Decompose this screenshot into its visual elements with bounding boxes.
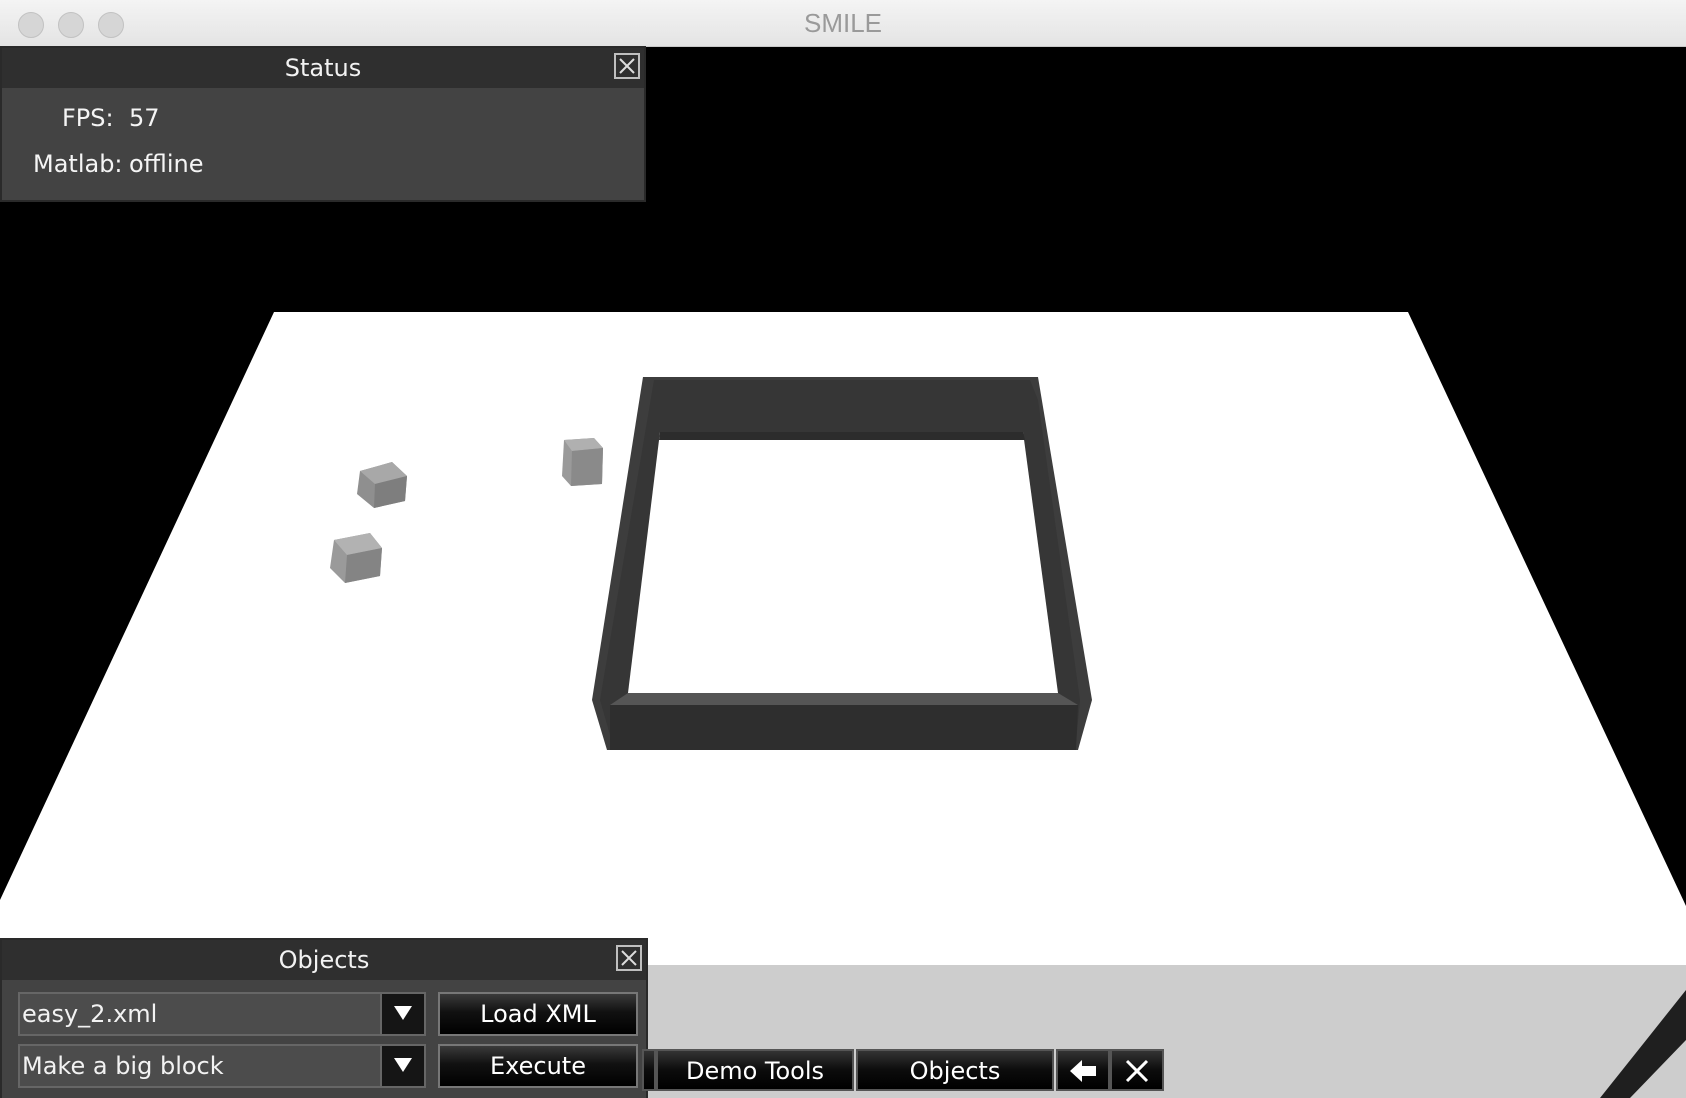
title-bar: SMILE — [0, 0, 1686, 47]
tab-objects[interactable]: Objects — [856, 1049, 1054, 1091]
matlab-status-value: offline — [129, 150, 204, 178]
taskbar-separator — [642, 1049, 656, 1091]
command-select-value: Make a big block — [22, 1052, 224, 1080]
fps-label: FPS: — [62, 104, 114, 132]
execute-button[interactable]: Execute — [438, 1044, 638, 1088]
xml-file-select-value: easy_2.xml — [22, 1000, 158, 1028]
block-3[interactable] — [330, 533, 382, 583]
close-icon — [1125, 1059, 1149, 1083]
chevron-down-icon — [394, 1006, 412, 1020]
objects-panel-close-button[interactable] — [616, 945, 642, 971]
frame-front-face — [610, 705, 1078, 750]
close-icon — [621, 950, 637, 966]
status-panel-close-button[interactable] — [614, 53, 640, 79]
window-title: SMILE — [803, 8, 883, 38]
command-select[interactable]: Make a big block — [18, 1044, 426, 1088]
status-panel-title: Status — [2, 48, 644, 88]
frame-inner-opening — [628, 432, 1058, 693]
frame-object[interactable] — [592, 377, 1092, 750]
back-button[interactable] — [1056, 1049, 1110, 1091]
frame-front-top — [610, 693, 1078, 705]
matlab-label: Matlab: — [33, 150, 123, 178]
block-2[interactable] — [562, 438, 603, 486]
xml-file-select[interactable]: easy_2.xml — [18, 992, 426, 1036]
chevron-down-icon — [394, 1058, 412, 1072]
xml-file-dropdown-button[interactable] — [380, 994, 424, 1034]
fps-value: 57 — [129, 104, 160, 132]
arrow-left-icon — [1070, 1060, 1096, 1082]
frame-inner-edge — [659, 432, 1025, 440]
objects-panel: Objects easy_2.xml Load XML Make a big b… — [0, 938, 648, 1098]
app-window: SMILE Status FPS: 57 Matlab: offline Obj… — [0, 0, 1686, 1098]
close-icon — [619, 58, 635, 74]
tab-demo-tools[interactable]: Demo Tools — [656, 1049, 854, 1091]
command-dropdown-button[interactable] — [380, 1046, 424, 1086]
objects-panel-title: Objects — [2, 940, 646, 980]
load-xml-button[interactable]: Load XML — [438, 992, 638, 1036]
close-taskbar-button[interactable] — [1110, 1049, 1164, 1091]
status-panel: Status FPS: 57 Matlab: offline — [0, 46, 646, 202]
